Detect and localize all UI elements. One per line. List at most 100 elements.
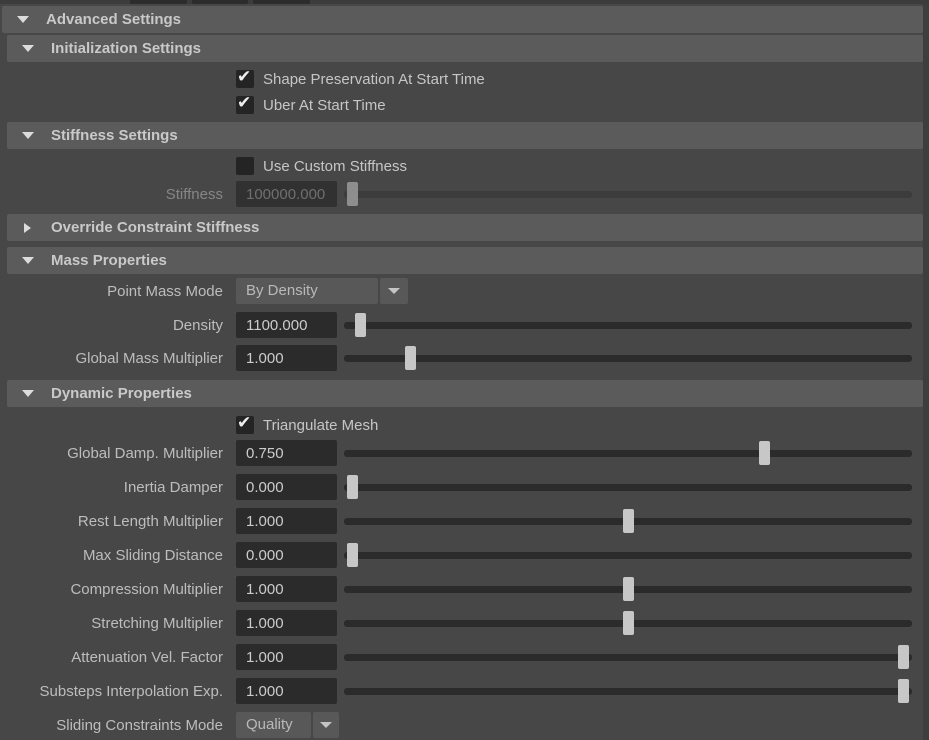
section-header-initialization-settings[interactable]: Initialization Settings: [7, 35, 923, 62]
slider-track[interactable]: [344, 484, 912, 491]
density-value-field[interactable]: [236, 312, 337, 338]
compression-multiplier-field[interactable]: [236, 576, 337, 602]
section-header-override-constraint-stiffness[interactable]: Override Constraint Stiffness: [7, 214, 923, 241]
section-title: Override Constraint Stiffness: [51, 219, 259, 236]
substeps-interpolation-exp-field[interactable]: [236, 678, 337, 704]
row-sliding-constraints-mode: Sliding Constraints Mode Quality: [0, 712, 923, 738]
section-title: Stiffness Settings: [51, 127, 178, 144]
checkbox-label: Shape Preservation At Start Time: [263, 71, 485, 88]
shape-preservation-checkbox[interactable]: ✔: [236, 70, 254, 88]
attenuation-vel-factor-field[interactable]: [236, 644, 337, 670]
global-damp-multiplier-slider[interactable]: [344, 440, 912, 466]
dropdown-button[interactable]: [313, 712, 339, 738]
row-triangulate-mesh: ✔ Triangulate Mesh: [236, 414, 923, 436]
slider-handle[interactable]: [623, 611, 634, 635]
section-title: Mass Properties: [51, 252, 167, 269]
field-label: Rest Length Multiplier: [0, 513, 236, 530]
rest-length-multiplier-slider[interactable]: [344, 508, 912, 534]
slider-handle[interactable]: [759, 441, 770, 465]
checkbox-label: Triangulate Mesh: [263, 417, 378, 434]
slider-track[interactable]: [344, 654, 912, 661]
collapse-expanded-icon: [16, 16, 29, 23]
max-sliding-distance-slider[interactable]: [344, 542, 912, 568]
inertia-damper-field[interactable]: [236, 474, 337, 500]
slider-track[interactable]: [344, 688, 912, 695]
compression-multiplier-slider[interactable]: [344, 576, 912, 602]
row-stiffness: Stiffness: [0, 181, 923, 207]
slider-track[interactable]: [344, 191, 912, 198]
slider-track[interactable]: [344, 552, 912, 559]
section-title: Dynamic Properties: [51, 385, 192, 402]
slider-track[interactable]: [344, 450, 912, 457]
density-slider[interactable]: [344, 312, 912, 338]
field-label: Compression Multiplier: [0, 581, 236, 598]
chevron-down-icon: [320, 722, 332, 728]
dropdown-value[interactable]: Quality: [236, 712, 311, 738]
collapse-expanded-icon: [21, 132, 34, 139]
stretching-multiplier-field[interactable]: [236, 610, 337, 636]
dropdown-button[interactable]: [380, 278, 408, 304]
field-label: Stretching Multiplier: [0, 615, 236, 632]
point-mass-mode-dropdown[interactable]: By Density: [236, 278, 408, 304]
global-mass-multiplier-field[interactable]: [236, 345, 337, 371]
collapse-expanded-icon: [21, 257, 34, 264]
slider-handle[interactable]: [355, 313, 366, 337]
field-label: Density: [0, 317, 236, 334]
triangulate-mesh-checkbox[interactable]: ✔: [236, 416, 254, 434]
field-label: Point Mass Mode: [0, 283, 236, 300]
section-header-mass-properties[interactable]: Mass Properties: [7, 247, 923, 274]
section-header-dynamic-properties[interactable]: Dynamic Properties: [7, 380, 923, 407]
field-label: Global Damp. Multiplier: [0, 445, 236, 462]
attenuation-vel-factor-slider[interactable]: [344, 644, 912, 670]
field-label: Sliding Constraints Mode: [0, 717, 236, 734]
collapse-expanded-icon: [21, 45, 34, 52]
substeps-interpolation-exp-slider[interactable]: [344, 678, 912, 704]
global-mass-multiplier-slider[interactable]: [344, 345, 912, 371]
row-compression-multiplier: Compression Multiplier: [0, 576, 923, 602]
section-title: Advanced Settings: [46, 11, 181, 28]
checkmark-icon: ✔: [237, 93, 251, 113]
chevron-down-icon: [388, 288, 400, 294]
row-stretching-multiplier: Stretching Multiplier: [0, 610, 923, 636]
dropdown-value[interactable]: By Density: [236, 278, 378, 304]
slider-handle[interactable]: [347, 475, 358, 499]
field-label: Attenuation Vel. Factor: [0, 649, 236, 666]
field-label: Stiffness: [0, 186, 236, 203]
global-damp-multiplier-field[interactable]: [236, 440, 337, 466]
stiffness-value-field[interactable]: [236, 181, 337, 207]
checkmark-icon: ✔: [237, 67, 251, 87]
settings-content: Advanced Settings Initialization Setting…: [0, 4, 923, 740]
slider-track[interactable]: [344, 322, 912, 329]
checkbox-label: Uber At Start Time: [263, 97, 386, 114]
row-inertia-damper: Inertia Damper: [0, 474, 923, 500]
use-custom-stiffness-checkbox[interactable]: [236, 157, 254, 175]
row-point-mass-mode: Point Mass Mode By Density: [0, 278, 923, 304]
collapse-collapsed-icon: [21, 223, 34, 233]
stiffness-slider[interactable]: [344, 181, 912, 207]
row-shape-preservation: ✔ Shape Preservation At Start Time: [236, 68, 923, 90]
inertia-damper-slider[interactable]: [344, 474, 912, 500]
max-sliding-distance-field[interactable]: [236, 542, 337, 568]
field-label: Substeps Interpolation Exp.: [0, 683, 236, 700]
field-label: Inertia Damper: [0, 479, 236, 496]
advanced-settings-panel: Advanced Settings Initialization Setting…: [0, 0, 929, 740]
row-use-custom-stiffness: Use Custom Stiffness: [236, 155, 923, 177]
slider-handle[interactable]: [623, 509, 634, 533]
slider-track[interactable]: [344, 355, 912, 362]
uber-at-start-checkbox[interactable]: ✔: [236, 96, 254, 114]
slider-handle[interactable]: [347, 182, 358, 206]
slider-handle[interactable]: [347, 543, 358, 567]
slider-handle[interactable]: [898, 645, 909, 669]
sliding-constraints-mode-dropdown[interactable]: Quality: [236, 712, 339, 738]
stretching-multiplier-slider[interactable]: [344, 610, 912, 636]
slider-handle[interactable]: [898, 679, 909, 703]
row-max-sliding-distance: Max Sliding Distance: [0, 542, 923, 568]
slider-handle[interactable]: [623, 577, 634, 601]
slider-handle[interactable]: [405, 346, 416, 370]
row-rest-length-multiplier: Rest Length Multiplier: [0, 508, 923, 534]
row-uber-at-start: ✔ Uber At Start Time: [236, 94, 923, 116]
rest-length-multiplier-field[interactable]: [236, 508, 337, 534]
checkbox-label: Use Custom Stiffness: [263, 158, 407, 175]
section-header-stiffness-settings[interactable]: Stiffness Settings: [7, 122, 923, 149]
section-header-advanced-settings[interactable]: Advanced Settings: [2, 6, 923, 33]
